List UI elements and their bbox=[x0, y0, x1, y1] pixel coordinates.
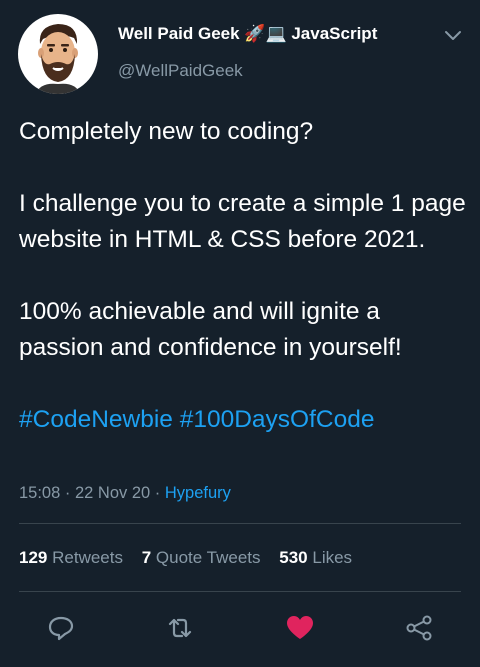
tweet-paragraph: I challenge you to create a simple 1 pag… bbox=[19, 190, 466, 253]
likes-stat[interactable]: 530 Likes bbox=[279, 548, 352, 567]
tweet-meta: 15:08 · 22 Nov 20 · Hypefury bbox=[19, 484, 231, 502]
hashtag-link[interactable]: #100DaysOfCode bbox=[180, 406, 375, 433]
divider bbox=[19, 523, 461, 524]
tweet-stats: 129 Retweets 7 Quote Tweets 530 Likes bbox=[19, 548, 366, 568]
tweet-paragraph: 100% achievable and will ignite a passio… bbox=[19, 298, 402, 361]
tweet-line: Completely new to coding? bbox=[19, 118, 314, 145]
share-icon[interactable] bbox=[403, 612, 435, 644]
hashtag-link[interactable]: #CodeNewbie bbox=[19, 406, 173, 433]
reply-icon[interactable] bbox=[45, 612, 77, 644]
tweet-date[interactable]: 22 Nov 20 bbox=[75, 484, 150, 502]
tweet-hashtags: #CodeNewbie #100DaysOfCode bbox=[19, 402, 469, 438]
tweet-header: Well Paid Geek 🚀💻 JavaScript @WellPaidGe… bbox=[0, 0, 480, 110]
avatar-illustration bbox=[36, 24, 80, 94]
tweet-time[interactable]: 15:08 bbox=[19, 484, 60, 502]
retweet-icon[interactable] bbox=[164, 612, 196, 644]
chevron-down-icon[interactable] bbox=[441, 26, 465, 46]
tweet-text: Completely new to coding? I challenge yo… bbox=[19, 114, 469, 438]
quote-tweets-stat[interactable]: 7 Quote Tweets bbox=[142, 548, 261, 567]
avatar[interactable] bbox=[18, 14, 98, 94]
author-handle[interactable]: @WellPaidGeek bbox=[118, 61, 243, 81]
divider bbox=[19, 591, 461, 592]
tweet-source-link[interactable]: Hypefury bbox=[165, 484, 231, 502]
tweet-actions bbox=[0, 608, 480, 648]
author-name[interactable]: Well Paid Geek 🚀💻 JavaScript bbox=[118, 24, 377, 44]
retweets-stat[interactable]: 129 Retweets bbox=[19, 548, 123, 567]
heart-icon[interactable] bbox=[284, 612, 316, 644]
